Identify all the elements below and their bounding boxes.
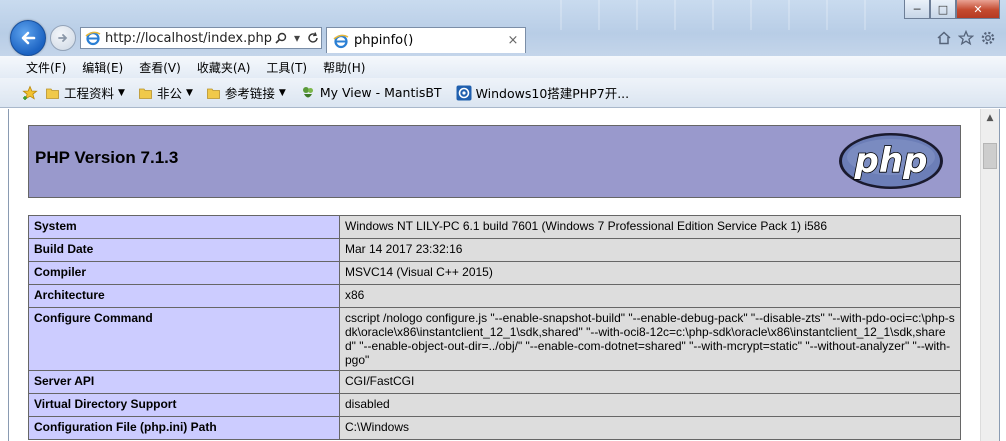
home-icon[interactable] <box>936 30 952 46</box>
table-row: Configure Command cscript /nologo config… <box>28 307 961 371</box>
info-key-system: System <box>28 215 340 239</box>
table-row: Server API CGI/FastCGI <box>28 370 961 394</box>
php-info-table: System Windows NT LILY-PC 6.1 build 7601… <box>28 215 961 440</box>
info-value-build-date: Mar 14 2017 23:32:16 <box>339 238 961 262</box>
close-window-button[interactable]: ✕ <box>956 0 1000 19</box>
address-bar[interactable]: http://localhost/index.php ▾ <box>80 27 322 49</box>
maximize-button[interactable]: □ <box>930 0 956 19</box>
tab-title: phpinfo() <box>354 33 414 48</box>
add-favorite-icon[interactable] <box>22 84 38 101</box>
arrow-right-icon <box>58 34 68 42</box>
php-version-header: PHP Version 7.1.3 php <box>28 125 961 198</box>
fav-label: My View - MantisBT <box>319 85 442 100</box>
page-viewport[interactable]: PHP Version 7.1.3 php System Windows NT … <box>8 109 1000 441</box>
fav-label: 工程资料 <box>64 86 115 101</box>
folder-icon <box>46 88 59 99</box>
table-row: Build Date Mar 14 2017 23:32:16 <box>28 238 961 262</box>
fav-folder-engineering[interactable]: 工程资料 ▼ <box>46 83 125 102</box>
info-key-server-api: Server API <box>28 370 340 394</box>
tab-close-button[interactable]: × <box>505 33 521 48</box>
info-value-configure-command: cscript /nologo configure.js "--enable-s… <box>339 307 961 371</box>
gear-icon[interactable] <box>980 30 996 46</box>
info-key-config-file-path: Configuration File (php.ini) Path <box>28 416 340 440</box>
chevron-down-icon: ▼ <box>185 87 193 98</box>
folder-icon <box>139 88 152 99</box>
back-button[interactable] <box>10 20 46 56</box>
forward-button[interactable] <box>50 25 76 51</box>
fav-folder-reference[interactable]: 参考链接 ▼ <box>206 83 286 102</box>
menu-file[interactable]: 文件(F) <box>26 59 66 76</box>
ie-icon <box>333 34 349 48</box>
info-key-compiler: Compiler <box>28 261 340 285</box>
info-value-compiler: MSVC14 (Visual C++ 2015) <box>339 261 961 285</box>
fav-link-windows10-php7[interactable]: Windows10搭建PHP7开... <box>456 83 630 102</box>
favorites-bar: 工程资料 ▼ 非公 ▼ 参考链接 ▼ My View - MantisBT Wi… <box>0 78 1006 108</box>
info-key-virtual-directory-support: Virtual Directory Support <box>28 393 340 417</box>
fav-label: 非公 <box>156 86 182 101</box>
menu-tools[interactable]: 工具(T) <box>266 59 307 76</box>
refresh-icon[interactable] <box>305 30 321 46</box>
info-value-server-api: CGI/FastCGI <box>339 370 961 394</box>
info-value-config-file-path: C:\Windows <box>339 416 961 440</box>
fav-label: 参考链接 <box>224 86 275 101</box>
table-row: Compiler MSVC14 (Visual C++ 2015) <box>28 261 961 285</box>
table-row: Virtual Directory Support disabled <box>28 393 961 417</box>
site-icon <box>456 85 472 100</box>
fav-label: Windows10搭建PHP7开... <box>475 86 630 101</box>
arrow-left-icon <box>21 31 36 45</box>
search-icon[interactable] <box>273 30 289 46</box>
table-row: System Windows NT LILY-PC 6.1 build 7601… <box>28 215 961 239</box>
php-logo: php <box>839 133 943 189</box>
tab-phpinfo[interactable]: phpinfo() × <box>326 27 526 53</box>
menu-bar: 文件(F) 编辑(E) 查看(V) 收藏夹(A) 工具(T) 帮助(H) <box>0 56 1006 78</box>
vertical-scrollbar[interactable]: ▲ <box>980 109 999 441</box>
minimize-button[interactable]: ─ <box>904 0 930 19</box>
info-value-virtual-directory-support: disabled <box>339 393 961 417</box>
scroll-up-arrow-icon[interactable]: ▲ <box>981 109 999 127</box>
mantis-icon <box>302 86 313 97</box>
table-row: Architecture x86 <box>28 284 961 308</box>
info-key-architecture: Architecture <box>28 284 340 308</box>
info-value-system: Windows NT LILY-PC 6.1 build 7601 (Windo… <box>339 215 961 239</box>
info-key-configure-command: Configure Command <box>28 307 340 371</box>
chevron-down-icon: ▼ <box>118 87 125 98</box>
window-controls: ─ □ ✕ <box>904 0 1000 19</box>
menu-view[interactable]: 查看(V) <box>139 59 181 76</box>
info-value-architecture: x86 <box>339 284 961 308</box>
browser-titlebar: ─ □ ✕ http://localhost/index.php ▾ phpin… <box>0 0 1006 57</box>
folder-icon <box>206 88 220 99</box>
menu-help[interactable]: 帮助(H) <box>323 59 365 76</box>
menu-favorites[interactable]: 收藏夹(A) <box>197 59 251 76</box>
info-key-build-date: Build Date <box>28 238 340 262</box>
page-title: PHP Version 7.1.3 <box>35 148 179 167</box>
scroll-thumb[interactable] <box>983 143 997 169</box>
chevron-down-icon: ▼ <box>278 87 286 98</box>
fav-folder-nonpublic[interactable]: 非公 ▼ <box>139 83 193 102</box>
dropdown-arrow-icon[interactable]: ▾ <box>289 30 305 46</box>
url-text[interactable]: http://localhost/index.php <box>105 31 273 46</box>
ie-icon <box>85 31 101 46</box>
menu-edit[interactable]: 编辑(E) <box>82 59 123 76</box>
toolbar-right-icons <box>936 30 996 46</box>
php-logo-text: php <box>854 141 928 181</box>
table-row: Configuration File (php.ini) Path C:\Win… <box>28 416 961 440</box>
favorites-star-icon[interactable] <box>958 30 974 46</box>
fav-link-mantisbt[interactable]: My View - MantisBT <box>300 85 442 101</box>
